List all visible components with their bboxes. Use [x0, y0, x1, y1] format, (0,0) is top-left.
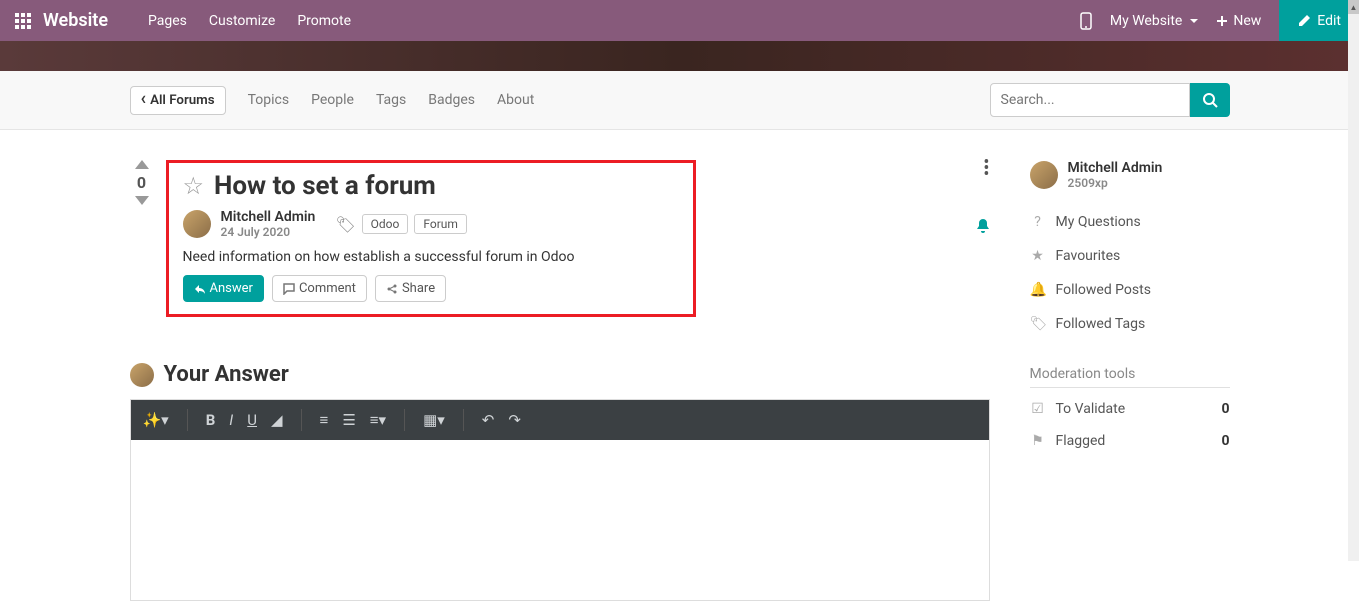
all-forums-button[interactable]: All Forums	[130, 86, 226, 115]
check-icon: ☑	[1030, 401, 1046, 417]
editor-toolbar: ✨▾ B I U ◢ ≡ ☰ ≡▾	[131, 400, 989, 440]
main-column: 0 ☆ How to set a forum Mitchell Admin 24…	[130, 160, 990, 601]
tag-forum[interactable]: Forum	[414, 214, 467, 234]
upvote-button[interactable]	[135, 160, 149, 169]
chevron-left-icon	[141, 93, 147, 108]
post-date: 24 July 2020	[221, 225, 316, 239]
mod-flagged[interactable]: ⚑Flagged 0	[1030, 425, 1230, 457]
nav-links: Pages Customize Promote	[148, 13, 351, 29]
nav-link-promote[interactable]: Promote	[297, 13, 351, 29]
ordered-list-button[interactable]: ☰	[342, 411, 355, 429]
rich-text-editor: ✨▾ B I U ◢ ≡ ☰ ≡▾	[130, 399, 990, 601]
top-nav: Website Pages Customize Promote My Websi…	[0, 0, 1359, 41]
scroll-up-icon[interactable]: ▲	[1348, 0, 1359, 14]
apps-icon[interactable]	[15, 13, 31, 29]
flagged-count: 0	[1221, 433, 1229, 449]
italic-button[interactable]: I	[229, 411, 233, 429]
sidebar-followed-tags[interactable]: 🏷Followed Tags	[1030, 307, 1230, 341]
profile-box[interactable]: Mitchell Admin 2509xp	[1030, 160, 1230, 190]
answer-section: Your Answer ✨▾ B I U ◢ ≡	[130, 362, 990, 601]
flag-icon: ⚑	[1030, 433, 1046, 449]
answer-button[interactable]: Answer	[183, 275, 264, 302]
subnav-bar: All Forums Topics People Tags Badges Abo…	[0, 71, 1359, 130]
vote-count: 0	[137, 173, 146, 192]
undo-button[interactable]: ↶	[482, 411, 495, 429]
answer-heading: Your Answer	[164, 362, 289, 387]
tags-icon: 🏷	[1030, 316, 1046, 332]
to-validate-count: 0	[1221, 401, 1229, 417]
author-name[interactable]: Mitchell Admin	[221, 209, 316, 225]
search-group	[990, 83, 1230, 117]
site-selector[interactable]: My Website	[1110, 13, 1198, 29]
new-button[interactable]: New	[1216, 13, 1261, 29]
question-card: ☆ How to set a forum Mitchell Admin 24 J…	[166, 160, 696, 317]
nav-link-pages[interactable]: Pages	[148, 13, 187, 29]
scrollbar[interactable]: ▲	[1348, 0, 1359, 561]
align-button[interactable]: ≡▾	[370, 411, 386, 429]
sidebar-links: ?My Questions ★Favourites 🔔Followed Post…	[1030, 205, 1230, 341]
underline-button[interactable]: U	[247, 411, 257, 429]
subnav-links: Topics People Tags Badges About	[248, 92, 535, 108]
bell-icon: 🔔	[1030, 282, 1046, 298]
subscribe-bell-icon[interactable]	[976, 218, 990, 234]
moderation-title: Moderation tools	[1030, 366, 1230, 388]
bold-button[interactable]: B	[206, 411, 216, 429]
tag-icon: 🏷	[335, 215, 355, 234]
question-title: How to set a forum	[214, 171, 436, 201]
redo-button[interactable]: ↷	[508, 411, 521, 429]
table-button[interactable]: ▦▾	[423, 411, 445, 429]
editor-content[interactable]	[131, 440, 989, 600]
current-user-avatar	[130, 363, 154, 387]
more-menu-icon[interactable]: •••	[983, 160, 989, 178]
sidebar-favourites[interactable]: ★Favourites	[1030, 239, 1230, 273]
subnav-people[interactable]: People	[311, 92, 354, 108]
search-icon	[1202, 92, 1218, 108]
brand[interactable]: Website	[43, 10, 108, 31]
reply-icon	[194, 284, 206, 294]
favorite-star-icon[interactable]: ☆	[183, 172, 205, 200]
subnav-tags[interactable]: Tags	[376, 92, 406, 108]
question-body: Need information on how establish a succ…	[183, 249, 679, 265]
downvote-button[interactable]	[135, 196, 149, 205]
unordered-list-button[interactable]: ≡	[320, 411, 329, 429]
tag-odoo[interactable]: Odoo	[362, 214, 409, 234]
comment-button[interactable]: Comment	[272, 275, 367, 302]
nav-right: My Website New Edit	[1080, 0, 1344, 41]
sidebar-my-questions[interactable]: ?My Questions	[1030, 205, 1230, 239]
comment-icon	[283, 283, 295, 295]
question-block: 0 ☆ How to set a forum Mitchell Admin 24…	[130, 160, 990, 317]
author-avatar[interactable]	[183, 210, 211, 238]
profile-name: Mitchell Admin	[1068, 160, 1163, 176]
search-button[interactable]	[1190, 83, 1230, 117]
share-icon	[386, 283, 398, 295]
question-icon: ?	[1030, 214, 1046, 230]
subnav-topics[interactable]: Topics	[248, 92, 289, 108]
mobile-preview-icon[interactable]	[1080, 12, 1092, 30]
nav-link-customize[interactable]: Customize	[209, 13, 275, 29]
magic-icon[interactable]: ✨▾	[143, 411, 169, 429]
search-input[interactable]	[990, 83, 1190, 117]
subnav-about[interactable]: About	[497, 92, 534, 108]
sidebar: Mitchell Admin 2509xp ?My Questions ★Fav…	[1030, 160, 1230, 601]
mod-to-validate[interactable]: ☑To Validate 0	[1030, 393, 1230, 425]
profile-xp: 2509xp	[1068, 176, 1163, 190]
sidebar-avatar	[1030, 161, 1058, 189]
vote-controls: 0	[130, 160, 154, 317]
tag-group: 🏷 Odoo Forum	[335, 214, 467, 234]
sidebar-followed-posts[interactable]: 🔔Followed Posts	[1030, 273, 1230, 307]
star-icon: ★	[1030, 248, 1046, 264]
hero-banner	[0, 41, 1359, 71]
share-button[interactable]: Share	[375, 275, 446, 302]
subnav-badges[interactable]: Badges	[428, 92, 475, 108]
erase-format-button[interactable]: ◢	[271, 411, 283, 429]
